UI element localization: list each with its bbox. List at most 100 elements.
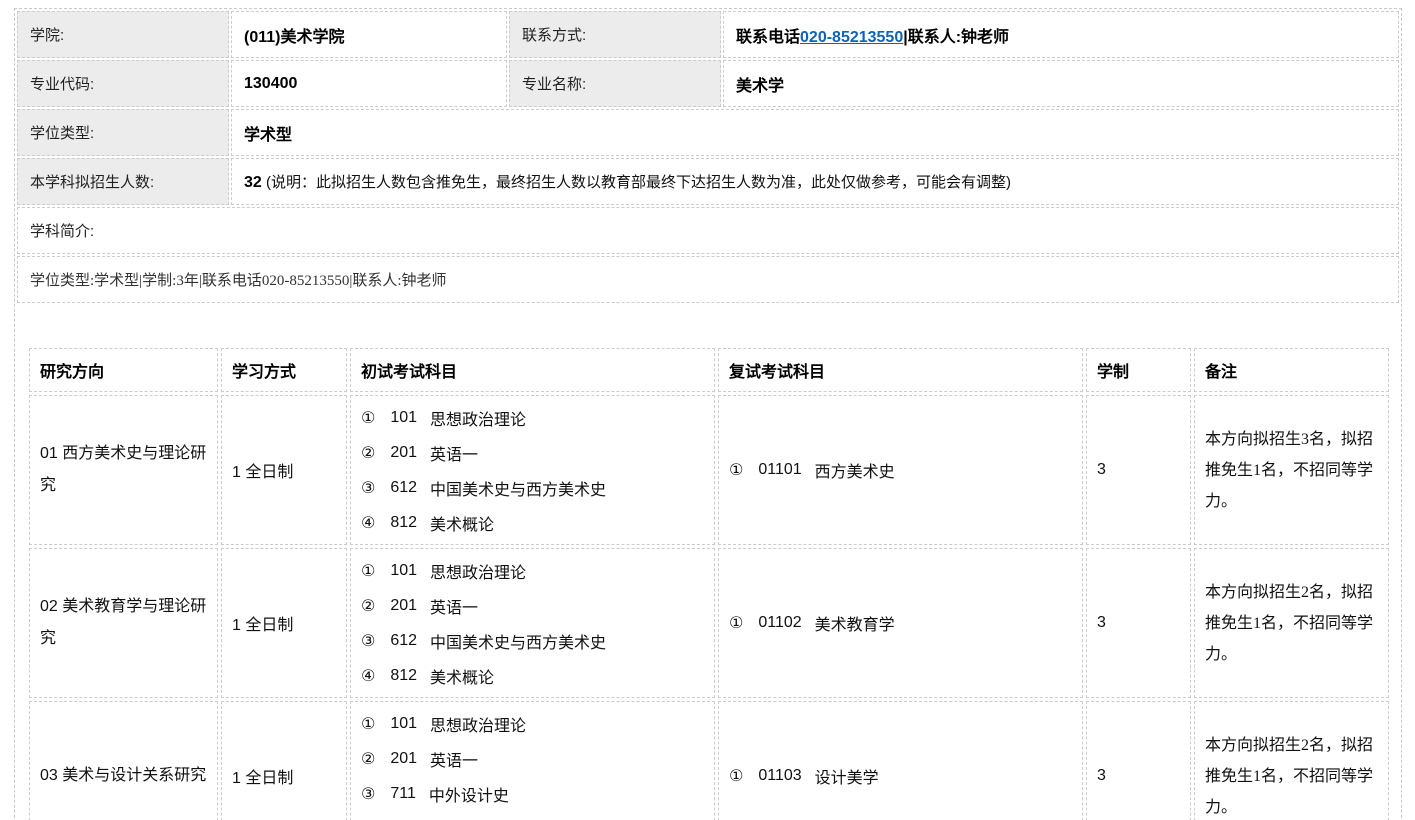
degree-type-label: 学位类型: [17,109,229,156]
major-code-label: 专业代码: [17,60,229,107]
exam-subject: ③ 711 中外设计史 [361,776,704,811]
subject-number: ③ [361,631,375,651]
subject-name: 美术教育学 [815,611,895,635]
retest-exam-subjects: ①01103设计美学 [718,701,1083,820]
subject-number: ① [361,714,375,734]
contact-label: 联系方式: [509,11,721,58]
subject-code: 201 [390,597,417,615]
exam-subject: ② 201 英语一 [361,588,704,623]
exam-subject: ① 101 思想政治理论 [361,706,704,741]
info-row-degree-type: 学位类型: 学术型 [17,109,1399,156]
header-initial-exams: 初试考试科目 [350,348,715,392]
subject-name: 英语一 [430,594,478,618]
contact-phone-link[interactable]: 020-85213550 [800,29,903,46]
header-remark: 备注 [1194,348,1389,392]
duration-years: 3 [1086,548,1191,698]
remark-text: 本方向拟招生3名，拟招推免生1名，不招同等学力。 [1194,395,1389,545]
study-mode: 1 全日制 [221,395,347,545]
table-row: 02 美术教育学与理论研究 1 全日制 ① 101 思想政治理论 ② 201 英语一 ③… [29,548,1389,698]
subject-code: 01102 [758,614,801,632]
study-mode: 1 全日制 [221,548,347,698]
subject-code: 201 [390,444,417,462]
research-directions-table: 研究方向 学习方式 初试考试科目 复试考试科目 学制 备注 01 西方美术史与理… [26,345,1392,820]
enrollment-value-cell: 32 (说明：此拟招生人数包含推免生，最终招生人数以教育部最终下达招生人数为准，… [231,158,1399,205]
remark-text: 本方向拟招生2名，拟招推免生1名，不招同等学力。 [1194,701,1389,820]
table-header-row: 研究方向 学习方式 初试考试科目 复试考试科目 学制 备注 [29,348,1389,392]
retest-exam-subjects: ① 01102 美术教育学 [718,548,1083,698]
exam-subject: ①01103设计美学 [729,759,1072,794]
direction-name: 02 美术教育学与理论研究 [29,548,218,698]
program-info-table: 学院: (011)美术学院 联系方式: 联系电话020-85213550|联系人… [15,9,1401,305]
table-row: 03 美术与设计关系研究 1 全日制 ①101思想政治理论 ②201英语一 ③7… [29,701,1389,820]
subject-number: ③ [361,784,375,804]
subject-name: 中国美术史与西方美术史 [430,629,606,653]
exam-subject: ① 101 思想政治理论 [361,553,704,588]
exam-subject: ④812美术概论 [361,658,704,693]
subject-code: 711 [390,785,416,803]
subject-name: 英语一 [430,747,478,771]
subject-name: 思想政治理论 [430,406,526,430]
remark-text: 本方向拟招生2名，拟招推免生1名，不招同等学力。 [1194,548,1389,698]
subject-number: ④ [361,513,375,533]
duration-years: 3 [1086,395,1191,545]
subject-name: 西方美术史 [815,458,895,482]
info-row-enrollment: 本学科拟招生人数: 32 (说明：此拟招生人数包含推免生，最终招生人数以教育部最… [17,158,1399,205]
subject-number: ③ [361,478,375,498]
subject-code: 612 [390,632,417,650]
subject-name: 中国美术史与西方美术史 [430,476,606,500]
enrollment-note: (说明：此拟招生人数包含推免生，最终招生人数以教育部最终下达招生人数为准，此处仅… [262,174,1011,191]
subject-number: ② [361,596,375,616]
exam-subject: ① 01102 美术教育学 [729,606,1072,641]
duration-years: 3 [1086,701,1191,820]
subject-number: ① [361,408,375,428]
program-detail-panel: 学院: (011)美术学院 联系方式: 联系电话020-85213550|联系人… [14,8,1402,820]
header-retest-exams: 复试考试科目 [718,348,1083,392]
initial-exam-subjects: ①101思想政治理论 ②201英语一 ③612中国美术史与西方美术史 ④812美… [350,395,715,545]
subject-number: ① [729,613,743,633]
exam-subject: ① 01101 西方美术史 [729,453,1072,488]
subject-code: 612 [390,479,417,497]
info-row-major: 专业代码: 130400 专业名称: 美术学 [17,60,1399,107]
subject-name: 思想政治理论 [430,712,526,736]
initial-exam-subjects: ① 101 思想政治理论 ② 201 英语一 ③ 711 中外设计史 ④921中外工艺美术史 [350,701,715,820]
exam-subject: ② 201 英语一 [361,741,704,776]
direction-name: 01 西方美术史与理论研究 [29,395,218,545]
subject-number: ① [361,561,375,581]
subject-number: ① [729,460,743,480]
contact-value: 联系电话020-85213550|联系人:钟老师 [723,11,1399,58]
major-name-value: 美术学 [723,60,1399,107]
subject-name: 中外设计史 [429,782,509,806]
header-duration: 学制 [1086,348,1191,392]
subject-name: 思想政治理论 [430,559,526,583]
study-mode: 1 全日制 [221,701,347,820]
info-row-intro: 学科简介: [17,207,1399,254]
major-code-value: 130400 [231,60,507,107]
program-summary-line: 学位类型:学术型|学制:3年|联系电话020-85213550|联系人:钟老师 [17,256,1399,303]
intro-section-label: 学科简介: [17,207,1399,254]
exam-subject: ④921中外工艺美术史 [361,811,704,820]
subject-number: ② [361,749,375,769]
enrollment-label: 本学科拟招生人数: [17,158,229,205]
subject-name: 美术概论 [430,664,494,688]
header-direction: 研究方向 [29,348,218,392]
info-row-summary: 学位类型:学术型|学制:3年|联系电话020-85213550|联系人:钟老师 [17,256,1399,303]
subject-name: 设计美学 [815,764,879,788]
college-label: 学院: [17,11,229,58]
info-row-college: 学院: (011)美术学院 联系方式: 联系电话020-85213550|联系人… [17,11,1399,58]
subject-code: 812 [390,514,417,532]
subject-code: 201 [390,750,417,768]
subject-number: ② [361,443,375,463]
college-value: (011)美术学院 [231,11,507,58]
exam-subject: ②201英语一 [361,435,704,470]
degree-type-value: 学术型 [231,109,1399,156]
subject-code: 101 [390,715,417,733]
exam-subject: ③ 612 中国美术史与西方美术史 [361,470,704,505]
exam-subject: ③ 612 中国美术史与西方美术史 [361,623,704,658]
subject-code: 01101 [758,461,801,479]
header-study-mode: 学习方式 [221,348,347,392]
contact-prefix: 联系电话 [736,29,800,46]
subject-code: 101 [390,409,417,427]
subject-code: 101 [390,562,417,580]
contact-suffix: |联系人:钟老师 [903,29,1009,46]
subject-name: 中外工艺美术史 [430,817,542,820]
